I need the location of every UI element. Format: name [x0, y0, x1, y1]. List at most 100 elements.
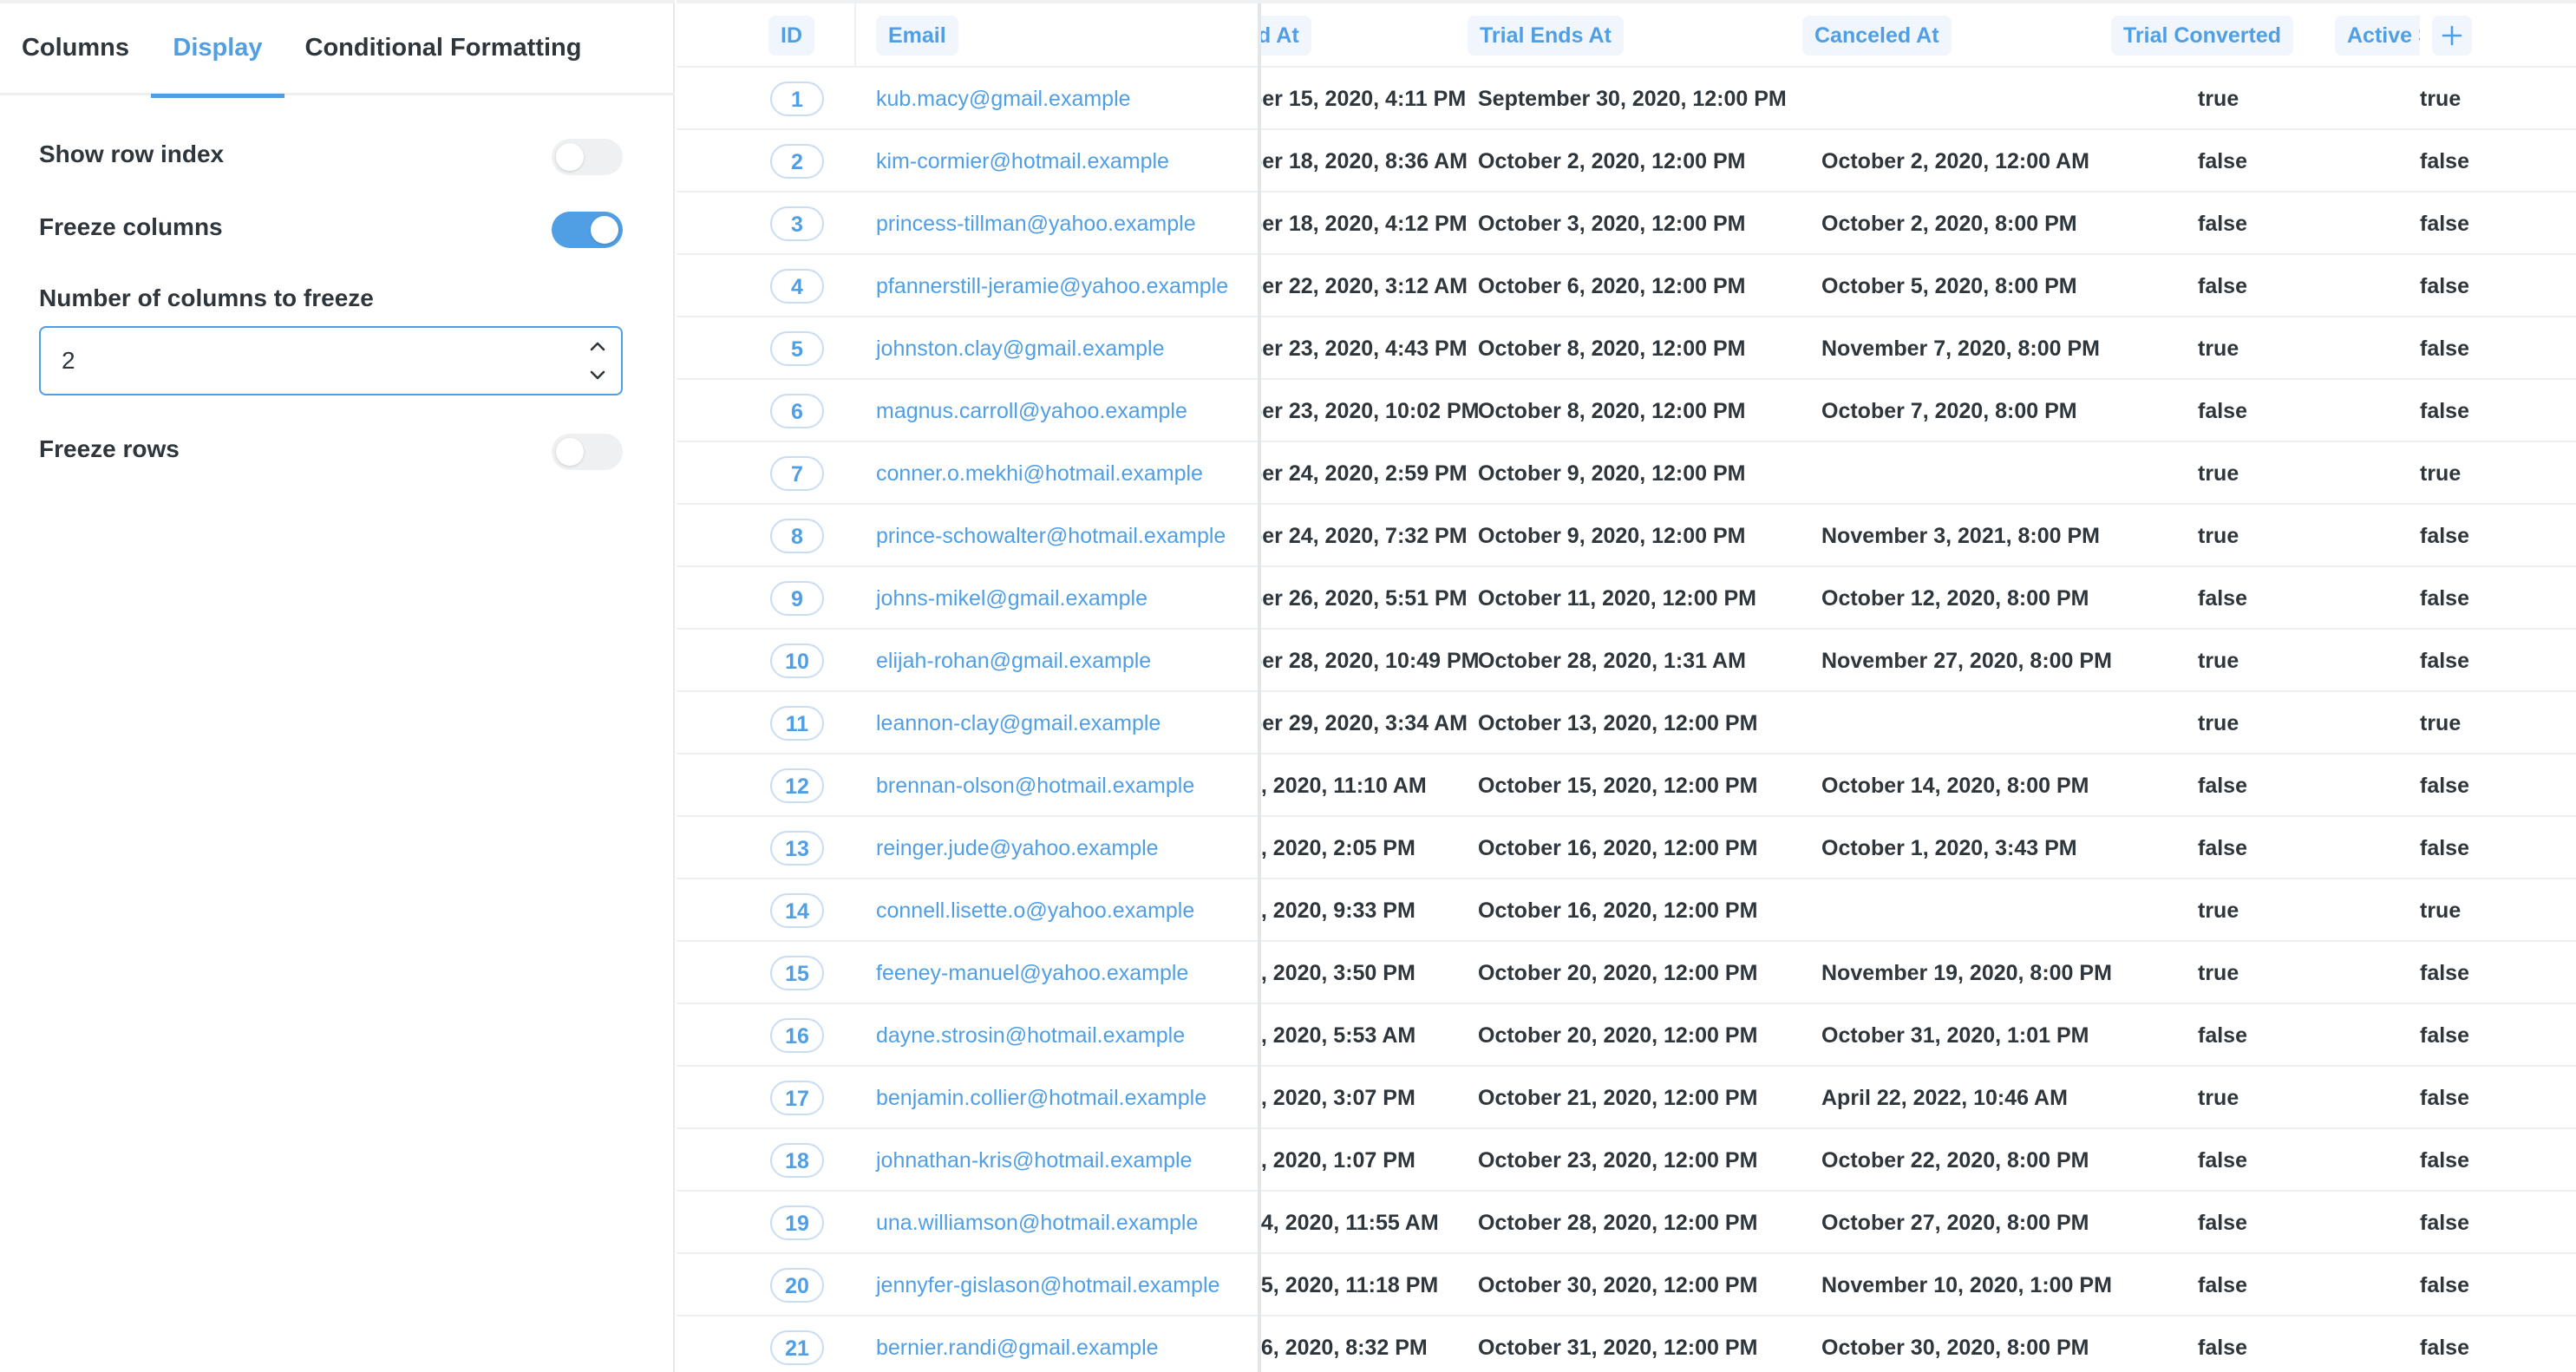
chevron-down-icon[interactable] — [585, 363, 611, 389]
row-id-badge[interactable]: 16 — [770, 1018, 824, 1053]
header-email[interactable]: Email — [876, 16, 958, 56]
row-id-badge[interactable]: 3 — [770, 206, 824, 241]
row-id-badge[interactable]: 14 — [770, 893, 824, 928]
row-id-badge[interactable]: 2 — [770, 144, 824, 179]
row-id-badge[interactable]: 15 — [770, 956, 824, 990]
row-email-link[interactable]: dayne.strosin@hotmail.example — [876, 1004, 1185, 1067]
cell-created-at: ber 26, 2020, 5:51 PM — [1249, 586, 1468, 611]
row-id-badge[interactable]: 10 — [770, 644, 824, 678]
row-email-link[interactable]: magnus.carroll@yahoo.example — [876, 380, 1187, 442]
row-email-link[interactable]: reinger.jude@yahoo.example — [876, 817, 1159, 879]
row-id-badge[interactable]: 8 — [770, 519, 824, 553]
row-email-link[interactable]: connell.lisette.o@yahoo.example — [876, 879, 1194, 942]
row-email-link[interactable]: elijah-rohan@gmail.example — [876, 630, 1151, 692]
row-id-badge[interactable]: 4 — [770, 269, 824, 304]
table-row: ber 23, 2020, 10:02 PM October 8, 2020, 1… — [1249, 380, 2576, 442]
cell-created-at: ber 29, 2020, 3:34 AM — [1249, 711, 1468, 735]
freeze-rows-toggle[interactable] — [552, 434, 623, 470]
cell-created-at: ber 22, 2020, 3:12 AM — [1249, 274, 1468, 298]
tab-display[interactable]: Display — [151, 3, 284, 98]
cell-created-at: ber 15, 2020, 4:11 PM — [1249, 87, 1467, 111]
cell-active-subscription: false — [2420, 399, 2469, 423]
row-id-badge[interactable]: 5 — [770, 331, 824, 366]
tab-conditional-formatting[interactable]: Conditional Formatting — [297, 3, 590, 95]
table-row: 1 kub.macy@gmail.example — [677, 68, 1258, 130]
cell-canceled-at: November 10, 2020, 1:00 PM — [1821, 1273, 2112, 1297]
cell-trial-ends-at: October 3, 2020, 12:00 PM — [1478, 212, 1746, 236]
row-email-link[interactable]: conner.o.mekhi@hotmail.example — [876, 442, 1203, 505]
cell-canceled-at: October 30, 2020, 8:00 PM — [1821, 1336, 2089, 1360]
cell-active-subscription: false — [2420, 1273, 2469, 1297]
header-active-subscription[interactable]: Active S — [2335, 16, 2420, 56]
row-id-badge[interactable]: 1 — [770, 82, 824, 116]
cell-trial-ends-at: October 16, 2020, 12:00 PM — [1478, 836, 1758, 860]
row-id-badge[interactable]: 9 — [770, 581, 824, 616]
row-id-badge[interactable]: 20 — [770, 1268, 824, 1303]
chevron-up-icon[interactable] — [585, 333, 611, 359]
freeze-columns-toggle[interactable] — [552, 212, 623, 248]
row-id-badge[interactable]: 11 — [770, 706, 824, 741]
row-email-link[interactable]: johns-mikel@gmail.example — [876, 567, 1147, 630]
cell-active-subscription: false — [2420, 336, 2469, 361]
header-id[interactable]: ID — [768, 16, 814, 56]
table-row: 17 benjamin.collier@hotmail.example — [677, 1067, 1258, 1129]
header-trial-converted[interactable]: Trial Converted — [2111, 16, 2293, 56]
table-row: 18 johnathan-kris@hotmail.example — [677, 1129, 1258, 1192]
cell-created-at: 1, 2020, 11:10 AM — [1249, 774, 1427, 798]
row-email-link[interactable]: brennan-olson@hotmail.example — [876, 755, 1194, 817]
row-email-link[interactable]: bernier.randi@gmail.example — [876, 1316, 1159, 1372]
row-email-link[interactable]: pfannerstill-jeramie@yahoo.example — [876, 255, 1228, 317]
row-id-badge[interactable]: 18 — [770, 1143, 824, 1178]
header-canceled-at[interactable]: Canceled At — [1802, 16, 1952, 56]
columns-to-freeze-input[interactable]: 2 — [39, 326, 623, 395]
row-email-link[interactable]: una.williamson@hotmail.example — [876, 1192, 1198, 1254]
frozen-columns: ID Email 1 kub.macy@gmail.example 2 kim-cor… — [677, 3, 1261, 1372]
table-row: 1, 2020, 9:33 PM October 16, 2020, 12:00 … — [1249, 879, 2576, 942]
table-row: 16, 2020, 8:32 PM October 31, 2020, 12:00… — [1249, 1316, 2576, 1372]
row-id-badge[interactable]: 21 — [770, 1330, 824, 1365]
cell-trial-converted: false — [2198, 149, 2247, 173]
row-email-link[interactable]: princess-tillman@yahoo.example — [876, 193, 1196, 255]
row-email-link[interactable]: johnathan-kris@hotmail.example — [876, 1129, 1192, 1192]
columns-to-freeze-value[interactable]: 2 — [62, 328, 75, 394]
cell-trial-converted: true — [2198, 1086, 2239, 1110]
cell-trial-converted: false — [2198, 1336, 2247, 1360]
row-email-link[interactable]: kim-cormier@hotmail.example — [876, 130, 1169, 193]
cell-active-subscription: false — [2420, 774, 2469, 798]
header-trial-ends-at[interactable]: Trial Ends At — [1468, 16, 1624, 56]
row-email-link[interactable]: johnston.clay@gmail.example — [876, 317, 1164, 380]
settings-tabs: Columns Display Conditional Formatting — [0, 3, 675, 98]
row-id-badge[interactable]: 13 — [770, 831, 824, 866]
row-id-badge[interactable]: 17 — [770, 1081, 824, 1115]
cell-created-at: 6, 2020, 3:07 PM — [1249, 1086, 1415, 1110]
row-id-badge[interactable]: 19 — [770, 1205, 824, 1240]
table-header-row: ID Email — [677, 3, 1258, 68]
show-row-index-toggle[interactable] — [552, 139, 623, 175]
cell-trial-converted: false — [2198, 836, 2247, 860]
row-id-badge[interactable]: 6 — [770, 394, 824, 428]
row-email-link[interactable]: jennyfer-gislason@hotmail.example — [876, 1254, 1219, 1316]
cell-created-at: ber 18, 2020, 4:12 PM — [1249, 212, 1468, 236]
cell-created-at: ber 23, 2020, 4:43 PM — [1249, 336, 1468, 361]
cell-active-subscription: false — [2420, 836, 2469, 860]
cell-active-subscription: false — [2420, 274, 2469, 298]
table-row: 4 pfannerstill-jeramie@yahoo.example — [677, 255, 1258, 317]
table-row: 8 prince-schowalter@hotmail.example — [677, 505, 1258, 567]
add-column-button[interactable] — [2432, 16, 2472, 56]
cell-canceled-at: November 27, 2020, 8:00 PM — [1821, 649, 2112, 673]
row-id-badge[interactable]: 7 — [770, 456, 824, 491]
table-row: ber 15, 2020, 4:11 PM September 30, 2020,… — [1249, 68, 2576, 130]
row-email-link[interactable]: prince-schowalter@hotmail.example — [876, 505, 1226, 567]
table-row: 6, 2020, 5:53 AM October 20, 2020, 12:00 … — [1249, 1004, 2576, 1067]
row-id-badge[interactable]: 12 — [770, 768, 824, 803]
row-email-link[interactable]: feeney-manuel@yahoo.example — [876, 942, 1188, 1004]
table-row: 5, 2020, 3:50 PM October 20, 2020, 12:00 … — [1249, 942, 2576, 1004]
cell-canceled-at: October 2, 2020, 12:00 AM — [1821, 149, 2089, 173]
table-row: ber 23, 2020, 4:43 PM October 8, 2020, 12… — [1249, 317, 2576, 380]
row-email-link[interactable]: leannon-clay@gmail.example — [876, 692, 1161, 755]
tab-columns[interactable]: Columns — [0, 3, 151, 95]
scrollable-columns[interactable]: d At Trial Ends At Canceled At Trial Con… — [1246, 3, 2576, 1372]
row-email-link[interactable]: kub.macy@gmail.example — [876, 68, 1131, 130]
cell-trial-ends-at: October 6, 2020, 12:00 PM — [1478, 274, 1746, 298]
row-email-link[interactable]: benjamin.collier@hotmail.example — [876, 1067, 1206, 1129]
